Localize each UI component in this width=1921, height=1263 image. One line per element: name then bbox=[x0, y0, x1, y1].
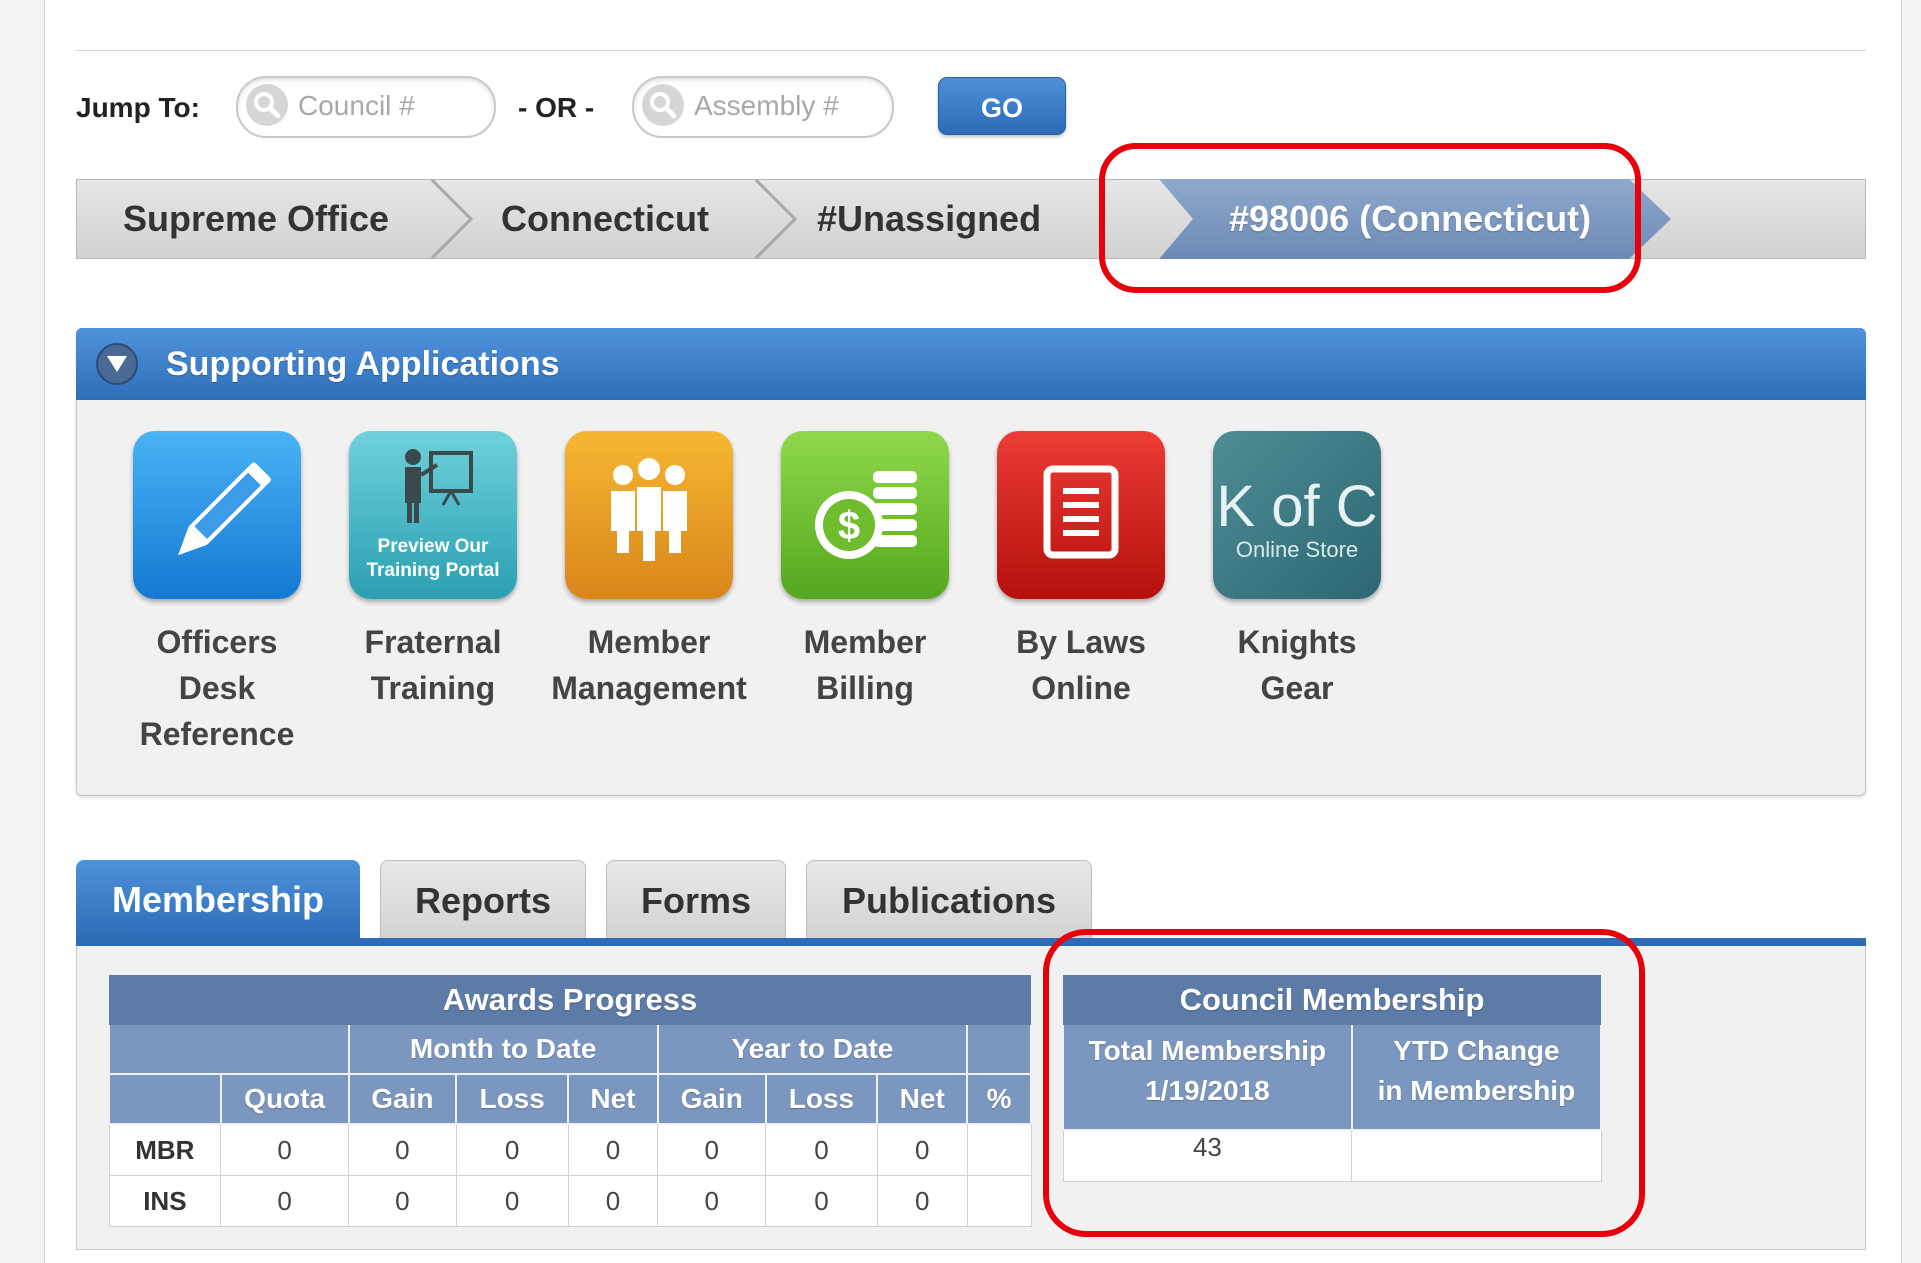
collapse-toggle-icon[interactable] bbox=[96, 343, 138, 385]
app-officers-desk-reference[interactable]: Officers Desk Reference bbox=[117, 431, 317, 757]
document-icon[interactable] bbox=[997, 431, 1165, 599]
supporting-applications-panel: Supporting Applications Officers Desk Re… bbox=[76, 328, 1866, 796]
tab-forms[interactable]: Forms bbox=[606, 860, 786, 940]
column-header: Loss bbox=[455, 1073, 570, 1125]
column-header: Gain bbox=[347, 1073, 458, 1125]
table-cell: 0 bbox=[876, 1123, 968, 1176]
table-cell: 0 bbox=[455, 1123, 569, 1176]
table-cell bbox=[966, 1123, 1032, 1176]
table-cell: 0 bbox=[348, 1175, 457, 1227]
app-member-management[interactable]: Member Management bbox=[549, 431, 749, 711]
row-label: INS bbox=[108, 1175, 222, 1227]
table-row: MBR 0 0 0 0 0 0 0 bbox=[108, 1123, 1032, 1176]
supporting-applications-title: Supporting Applications bbox=[166, 345, 560, 383]
assembly-search-field[interactable] bbox=[632, 76, 894, 138]
supporting-applications-header[interactable]: Supporting Applications bbox=[76, 328, 1866, 400]
table-cell: 0 bbox=[220, 1123, 349, 1176]
awards-progress-title: Awards Progress bbox=[109, 975, 1031, 1025]
app-label[interactable]: Member Billing bbox=[765, 619, 965, 711]
table-cell: 0 bbox=[765, 1175, 878, 1227]
app-member-billing[interactable]: $ Member Billing bbox=[765, 431, 965, 711]
kofc-store-logo[interactable]: K of C Online Store bbox=[1213, 431, 1381, 599]
app-label[interactable]: Member Management bbox=[549, 619, 749, 711]
assembly-input[interactable] bbox=[692, 86, 876, 126]
coins-dollar-icon[interactable]: $ bbox=[781, 431, 949, 599]
tab-membership[interactable]: Membership bbox=[76, 860, 360, 940]
column-header: Loss bbox=[764, 1073, 879, 1125]
search-icon bbox=[642, 84, 684, 126]
group-icon[interactable] bbox=[565, 431, 733, 599]
column-header: % bbox=[966, 1073, 1032, 1125]
column-header: Gain bbox=[656, 1073, 767, 1125]
app-label[interactable]: By Laws Online bbox=[981, 619, 1181, 711]
breadcrumb-separator bbox=[755, 179, 798, 259]
group-header-month-to-date: Month to Date bbox=[347, 1025, 659, 1075]
awards-progress-table: Awards Progress Month to Date Year to Da… bbox=[108, 975, 1032, 1227]
group-header-blank bbox=[108, 1025, 350, 1075]
table-cell: 0 bbox=[455, 1175, 569, 1227]
row-label: MBR bbox=[108, 1123, 222, 1176]
or-label: - OR - bbox=[518, 92, 595, 123]
column-header: Net bbox=[567, 1073, 659, 1125]
highlight-box-council-membership bbox=[1043, 929, 1645, 1237]
group-header-blank bbox=[966, 1025, 1032, 1075]
app-label[interactable]: Knights Gear bbox=[1197, 619, 1397, 711]
top-divider bbox=[76, 50, 1866, 51]
breadcrumb-item-unassigned[interactable]: #Unassigned bbox=[817, 180, 1041, 258]
council-search-field[interactable] bbox=[236, 76, 496, 138]
tab-reports[interactable]: Reports bbox=[380, 860, 586, 940]
table-cell: 0 bbox=[567, 1175, 659, 1227]
column-header: Net bbox=[876, 1073, 969, 1125]
breadcrumb-separator bbox=[431, 179, 474, 259]
svg-text:$: $ bbox=[838, 504, 860, 548]
breadcrumb-item-connecticut[interactable]: Connecticut bbox=[501, 180, 709, 258]
go-button[interactable]: GO bbox=[938, 77, 1066, 135]
app-label[interactable]: Officers Desk Reference bbox=[117, 619, 317, 757]
table-cell: 0 bbox=[220, 1175, 349, 1227]
app-by-laws-online[interactable]: By Laws Online bbox=[981, 431, 1181, 711]
column-header-blank bbox=[108, 1073, 222, 1125]
table-cell: 0 bbox=[567, 1123, 659, 1176]
group-header-year-to-date: Year to Date bbox=[656, 1025, 969, 1075]
column-header: Quota bbox=[219, 1073, 350, 1125]
highlight-box-breadcrumb bbox=[1099, 143, 1641, 293]
table-cell bbox=[966, 1175, 1032, 1227]
breadcrumb-item-supreme-office[interactable]: Supreme Office bbox=[123, 180, 389, 258]
app-knights-gear[interactable]: K of C Online Store Knights Gear bbox=[1197, 431, 1397, 711]
app-label[interactable]: Fraternal Training bbox=[333, 619, 533, 711]
table-cell: 0 bbox=[348, 1123, 457, 1176]
search-icon bbox=[246, 84, 288, 126]
table-row: INS 0 0 0 0 0 0 0 bbox=[108, 1175, 1032, 1227]
jump-to-label: Jump To: bbox=[76, 92, 200, 123]
presenter-icon[interactable]: Preview Our Training Portal bbox=[349, 431, 517, 599]
pencil-icon[interactable] bbox=[133, 431, 301, 599]
table-cell: 0 bbox=[765, 1123, 878, 1176]
table-cell: 0 bbox=[657, 1175, 767, 1227]
app-fraternal-training[interactable]: Preview Our Training Portal Fraternal Tr… bbox=[333, 431, 533, 711]
table-cell: 0 bbox=[657, 1123, 767, 1176]
table-cell: 0 bbox=[876, 1175, 968, 1227]
council-input[interactable] bbox=[296, 86, 480, 126]
